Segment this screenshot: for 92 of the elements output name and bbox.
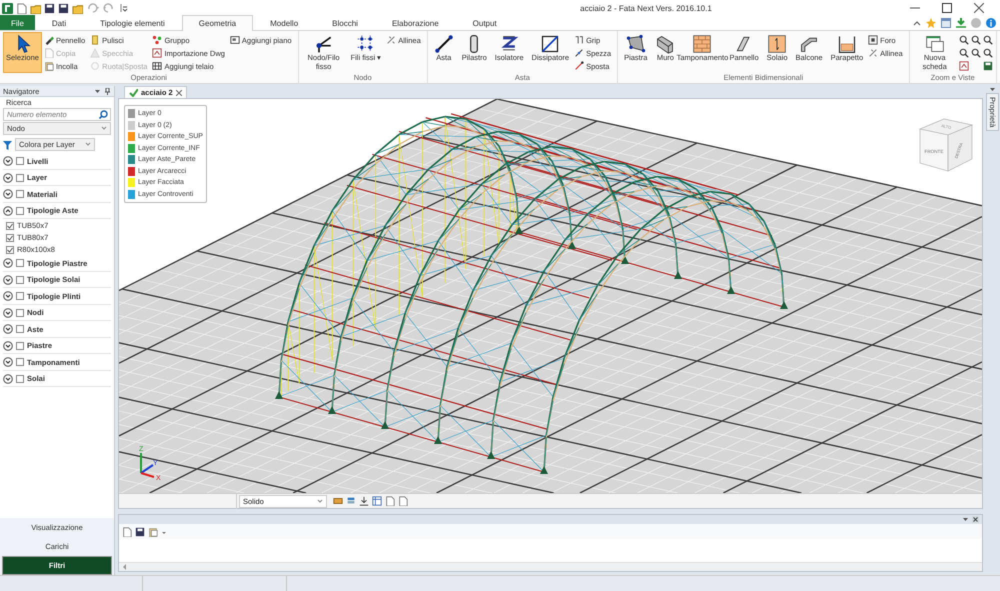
zoom-out-icon[interactable] <box>958 48 969 58</box>
open-folder-icon[interactable] <box>30 2 41 14</box>
ribbon-tab[interactable]: Blocchi <box>315 15 375 30</box>
save-icon[interactable] <box>44 2 55 14</box>
hole-icon <box>868 35 878 45</box>
expand-toggle-icon[interactable] <box>3 374 13 384</box>
zoom-in-icon[interactable] <box>970 35 981 45</box>
table-icon[interactable] <box>372 496 382 506</box>
ribbon-tab[interactable]: Dati <box>34 15 84 30</box>
maximize-icon[interactable] <box>942 3 952 13</box>
zoom-out-icon[interactable] <box>982 48 993 58</box>
collapse-ribbon-icon[interactable] <box>913 19 921 27</box>
expand-toggle-icon[interactable] <box>3 258 13 268</box>
checkbox[interactable] <box>16 174 24 182</box>
ribbon-tab[interactable]: Output <box>456 15 514 30</box>
save-icon[interactable] <box>135 526 145 536</box>
checkbox[interactable] <box>6 234 14 242</box>
checkbox[interactable] <box>16 157 24 166</box>
customize-caret-icon[interactable] <box>120 3 128 13</box>
expand-toggle-icon[interactable] <box>3 357 13 368</box>
close-icon[interactable] <box>974 3 984 13</box>
checkbox[interactable] <box>16 342 24 350</box>
clipboard-icon <box>44 61 54 71</box>
plate-icon <box>626 34 646 54</box>
caret-icon <box>85 142 91 147</box>
expand-toggle-icon[interactable] <box>3 324 13 334</box>
expand-toggle-icon[interactable] <box>3 156 13 166</box>
checkbox[interactable] <box>16 259 24 268</box>
caret-icon <box>317 498 323 504</box>
wall-icon <box>655 34 676 54</box>
axis-triad-icon <box>140 453 154 478</box>
file-tab[interactable]: File <box>0 15 35 30</box>
zoom-out-icon[interactable] <box>982 35 993 45</box>
check-icon <box>129 88 138 96</box>
search-icon <box>99 110 108 119</box>
split-icon <box>574 48 584 58</box>
group-icon <box>152 35 162 45</box>
checkbox[interactable] <box>16 308 24 317</box>
triangle-icon <box>90 48 100 58</box>
folder-icon[interactable] <box>72 2 83 14</box>
page-icon <box>44 48 54 58</box>
checkbox[interactable] <box>16 374 24 383</box>
checkbox[interactable] <box>16 276 24 284</box>
pin-icon[interactable] <box>104 88 111 94</box>
ribbon-tab[interactable]: Tipologie elementi <box>83 15 182 30</box>
checkbox[interactable] <box>16 190 24 198</box>
info-icon[interactable] <box>986 18 996 28</box>
ribbon-tab[interactable]: Modello <box>253 15 316 30</box>
close-icon[interactable] <box>176 90 182 96</box>
window-title: acciaio 2 - Fata Next Vers. 2016.10.1 <box>579 4 713 12</box>
zoom-in-icon[interactable] <box>958 35 969 45</box>
slab-icon <box>767 34 788 54</box>
beam-icon <box>434 34 454 54</box>
windows-icon <box>924 34 945 54</box>
align-icon <box>868 48 878 58</box>
star-icon[interactable] <box>926 18 936 28</box>
frame-icon <box>152 61 162 71</box>
layers-icon[interactable] <box>346 496 356 506</box>
move-icon <box>574 61 584 71</box>
filter-icon[interactable] <box>3 140 12 150</box>
brick-wall-icon <box>692 34 712 54</box>
expand-toggle-icon[interactable] <box>3 291 13 302</box>
clipboard-icon[interactable] <box>148 526 158 536</box>
save-icon[interactable] <box>982 61 993 71</box>
checkbox[interactable] <box>6 222 14 230</box>
checkbox[interactable] <box>16 206 24 215</box>
parapet-icon <box>836 34 857 54</box>
expand-toggle-icon[interactable] <box>3 308 13 318</box>
grip-icon <box>574 35 584 45</box>
checkbox[interactable] <box>16 358 24 366</box>
align-icon <box>386 35 396 45</box>
expand-toggle-icon[interactable] <box>3 189 13 200</box>
expand-toggle-icon[interactable] <box>3 206 13 216</box>
expand-toggle-icon[interactable] <box>3 340 13 351</box>
checkbox[interactable] <box>6 246 14 254</box>
expand-toggle-icon[interactable] <box>3 274 13 285</box>
page-icon[interactable] <box>122 526 132 536</box>
close-icon[interactable] <box>972 516 979 523</box>
zoom-out-icon[interactable] <box>970 48 981 58</box>
dropdown-caret-icon[interactable] <box>94 88 101 94</box>
caret-icon <box>101 126 107 131</box>
ribbon-tab[interactable]: Geometria <box>182 15 254 31</box>
expand-toggle-icon[interactable] <box>3 172 13 183</box>
checkbox[interactable] <box>16 292 24 300</box>
download-icon[interactable] <box>359 496 369 506</box>
checkbox[interactable] <box>16 325 24 334</box>
ribbon-tab[interactable]: Elaborazione <box>374 15 456 30</box>
window-icon[interactable] <box>941 18 951 28</box>
brush-icon <box>44 35 54 45</box>
node-icon <box>314 34 334 54</box>
save-icon[interactable] <box>58 2 69 14</box>
damper-icon <box>540 34 560 54</box>
